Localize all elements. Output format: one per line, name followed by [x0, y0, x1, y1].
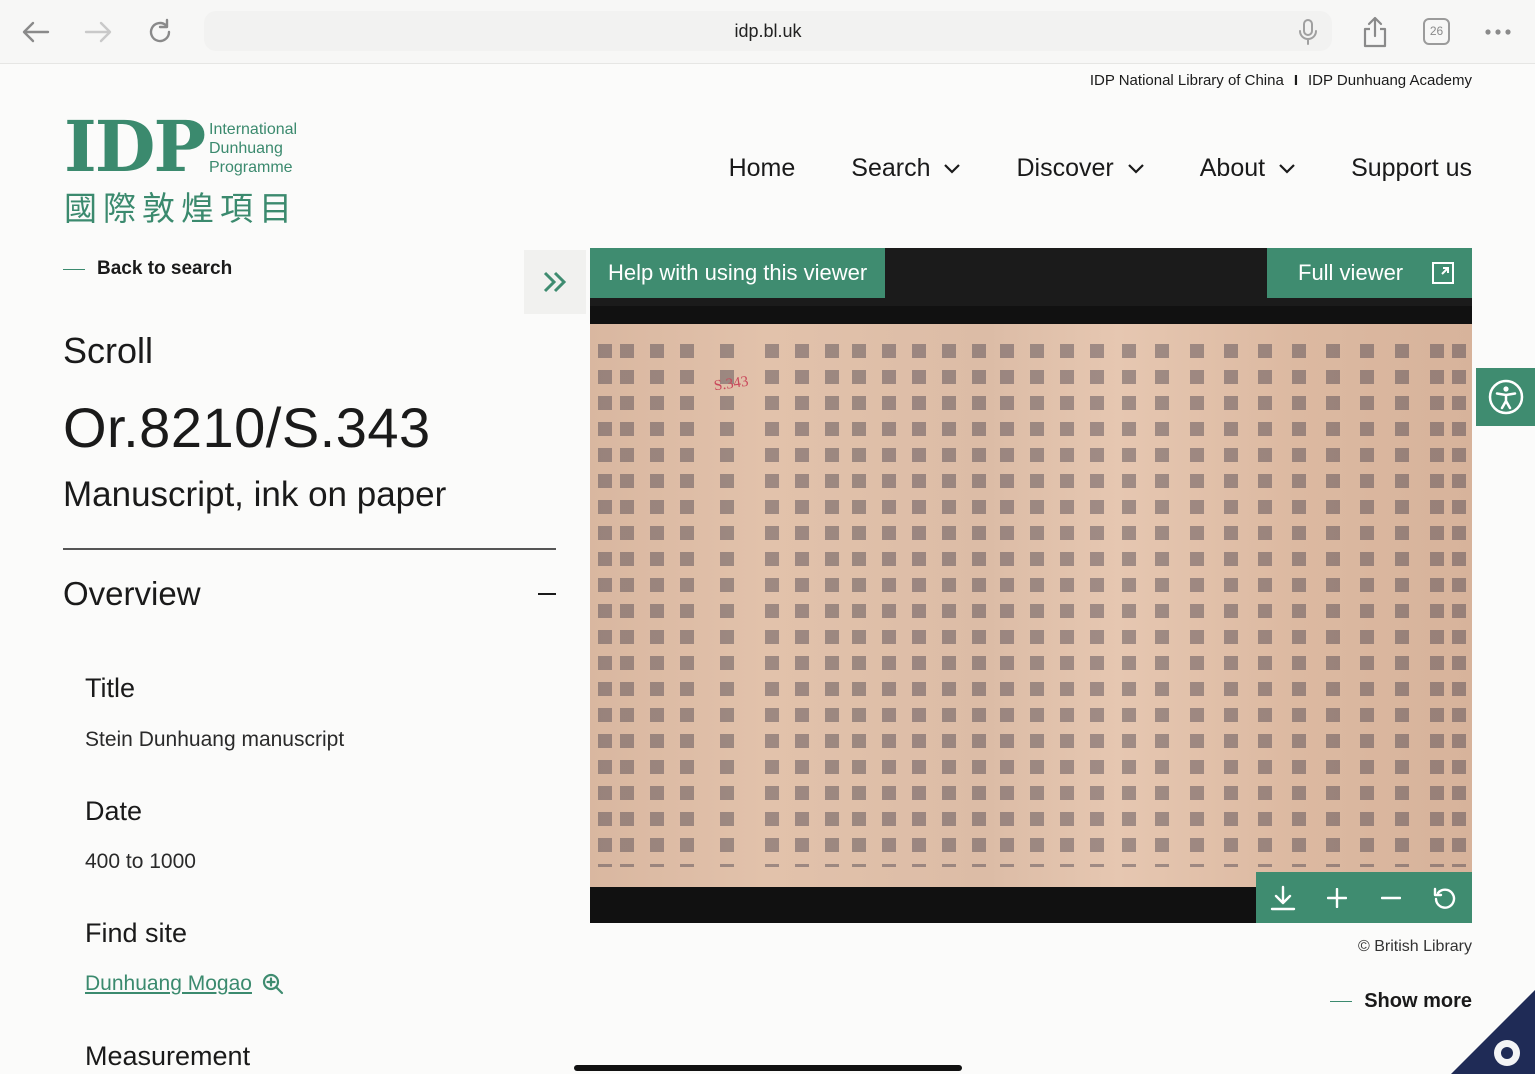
image-viewer[interactable]: Help with using this viewer Full viewer …: [590, 248, 1472, 923]
zoom-out-icon[interactable]: [1364, 872, 1418, 923]
logo-line-1: International: [209, 121, 298, 138]
link-dunhuang-academy[interactable]: IDP Dunhuang Academy: [1308, 72, 1472, 89]
logo-letters: IDP: [64, 105, 206, 188]
logo-chinese: 國際敦煌項目: [64, 189, 298, 228]
tab-count-badge[interactable]: 26: [1423, 18, 1450, 45]
double-chevron-right-icon: [543, 271, 567, 293]
link-dash: [1330, 1001, 1353, 1002]
browser-toolbar: idp.bl.uk 26: [0, 0, 1535, 64]
viewer-help-button[interactable]: Help with using this viewer: [590, 248, 886, 298]
nav-home[interactable]: Home: [729, 154, 796, 183]
find-site-value: Dunhuang Mogao: [85, 972, 252, 995]
shelfmark-title: Or.8210/S.343: [63, 396, 431, 459]
viewer-controls: [1256, 872, 1472, 923]
find-site-label: Find site: [85, 918, 188, 948]
partner-links: IDP National Library of China I IDP Dunh…: [1090, 72, 1472, 89]
back-arrow-icon[interactable]: [18, 14, 54, 50]
chevron-down-icon: [944, 163, 961, 174]
title-label: Title: [85, 673, 136, 703]
full-viewer-button[interactable]: Full viewer: [1267, 248, 1472, 298]
nav-discover[interactable]: Discover: [1016, 154, 1144, 183]
logo-line-2: Dunhuang: [209, 140, 283, 157]
material-description: Manuscript, ink on paper: [63, 475, 447, 514]
accessibility-button[interactable]: [1476, 368, 1535, 426]
nav-about-label: About: [1199, 154, 1266, 182]
home-indicator: [574, 1065, 962, 1071]
nav-support[interactable]: Support us: [1351, 154, 1472, 183]
nav-discover-label: Discover: [1016, 154, 1114, 182]
link-national-library-china[interactable]: IDP National Library of China: [1090, 72, 1284, 89]
fullscreen-icon: [1432, 262, 1454, 284]
cookie-settings-corner[interactable]: [1451, 990, 1535, 1074]
find-site-link[interactable]: Dunhuang Mogao: [85, 972, 284, 996]
title-value: Stein Dunhuang manuscript: [85, 728, 345, 751]
url-text: idp.bl.uk: [734, 21, 802, 41]
manuscript-image[interactable]: S.343: [590, 324, 1472, 887]
viewer-toolbar: Help with using this viewer Full viewer: [590, 248, 1472, 306]
reset-icon[interactable]: [1418, 872, 1472, 923]
download-icon[interactable]: [1256, 872, 1310, 923]
object-type: Scroll: [63, 330, 154, 371]
logo-line-3: Programme: [209, 159, 293, 176]
image-credit: © British Library: [1357, 938, 1472, 955]
more-icon[interactable]: [1480, 14, 1516, 50]
address-bar[interactable]: idp.bl.uk: [204, 11, 1332, 51]
zoom-in-icon[interactable]: [1310, 872, 1364, 923]
main-navigation: Home Search Discover About Support us: [729, 154, 1472, 183]
link-dash: [63, 268, 85, 270]
zoom-search-icon: [262, 973, 284, 995]
logo-subtitle: International Dunhuang Programme: [209, 120, 297, 177]
red-seal-mark: S.343: [712, 373, 750, 395]
overview-heading[interactable]: Overview: [63, 575, 201, 613]
expand-panel-button[interactable]: [524, 250, 586, 314]
nav-search-label: Search: [851, 154, 931, 182]
back-to-search-label: Back to search: [97, 258, 233, 279]
accessibility-icon: [1488, 379, 1523, 415]
reload-icon[interactable]: [142, 14, 178, 50]
idp-logo[interactable]: IDP International Dunhuang Programme 國際敦…: [64, 105, 324, 229]
back-to-search-link[interactable]: Back to search: [63, 258, 232, 280]
date-label: Date: [85, 796, 143, 826]
collapse-minus-icon[interactable]: [538, 582, 556, 606]
nav-support-label: Support us: [1351, 154, 1472, 182]
chevron-down-icon: [1279, 163, 1295, 174]
share-icon[interactable]: [1357, 14, 1393, 50]
nav-home-label: Home: [728, 154, 796, 182]
full-viewer-label: Full viewer: [1298, 260, 1404, 285]
nav-about[interactable]: About: [1200, 154, 1295, 183]
link-separator: I: [1293, 72, 1298, 89]
nav-search[interactable]: Search: [851, 154, 961, 183]
chevron-down-icon: [1127, 163, 1144, 174]
microphone-icon[interactable]: [1298, 19, 1318, 49]
section-divider: [63, 548, 556, 550]
date-value: 400 to 1000: [85, 850, 196, 873]
forward-arrow-icon[interactable]: [80, 14, 116, 50]
measurement-label: Measurement: [85, 1041, 251, 1071]
